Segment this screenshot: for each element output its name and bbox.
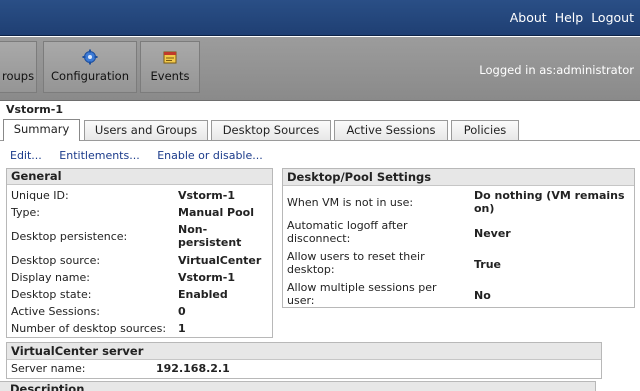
general-panel: General Unique ID: Vstorm-1 Type: Manual…	[6, 168, 273, 338]
top-header-bar: About Help Logout	[0, 0, 640, 36]
allow-reset-label-line2: desktop:	[287, 263, 335, 276]
multiple-sessions-value: No	[474, 289, 491, 302]
general-panel-title: General	[7, 169, 272, 185]
tab-active-sessions[interactable]: Active Sessions	[334, 120, 448, 140]
unique-id-label: Unique ID:	[11, 189, 69, 202]
groups-button[interactable]: roups	[0, 41, 37, 93]
desktop-sources-count-label: Number of desktop sources:	[11, 322, 167, 335]
unique-id-value: Vstorm-1	[178, 189, 235, 202]
enable-disable-link[interactable]: Enable or disable...	[157, 149, 263, 162]
type-label: Type:	[11, 206, 40, 219]
logged-in-status: Logged in as:administrator	[479, 63, 634, 77]
logout-link[interactable]: Logout	[591, 10, 634, 25]
tab-underline	[0, 140, 640, 141]
display-name-label: Display name:	[11, 271, 90, 284]
main-toolbar: roups Configuration Events Logged in as:…	[0, 37, 640, 101]
server-name-label: Server name:	[11, 362, 86, 375]
description-title: Description	[0, 382, 595, 391]
desktop-source-value: VirtualCenter	[178, 254, 262, 267]
action-links: Edit... Entitlements... Enable or disabl…	[10, 149, 277, 162]
type-value: Manual Pool	[178, 206, 255, 219]
server-name-value: 192.168.2.1	[156, 362, 230, 375]
desktop-persistence-label: Desktop persistence:	[11, 230, 128, 243]
multiple-sessions-label-line1: Allow multiple sessions per	[287, 281, 437, 294]
about-link[interactable]: About	[510, 10, 547, 25]
desktop-state-label: Desktop state:	[11, 288, 92, 301]
edit-link[interactable]: Edit...	[10, 149, 42, 162]
display-name-value: Vstorm-1	[178, 271, 235, 284]
events-button[interactable]: Events	[140, 41, 200, 93]
pool-settings-title: Desktop/Pool Settings	[283, 169, 634, 186]
allow-reset-value: True	[474, 258, 502, 271]
auto-logoff-label-line2: disconnect:	[287, 232, 351, 245]
tab-bar: Summary Users and Groups Desktop Sources…	[0, 119, 640, 141]
auto-logoff-value: Never	[474, 227, 511, 240]
page-title: Vstorm-1	[6, 103, 63, 116]
multiple-sessions-label-line2: user:	[287, 294, 315, 307]
vm-not-in-use-label: When VM is not in use:	[287, 196, 414, 209]
tab-policies[interactable]: Policies	[451, 120, 519, 140]
active-sessions-label: Active Sessions:	[11, 305, 100, 318]
tab-users-and-groups[interactable]: Users and Groups	[84, 120, 208, 140]
vm-not-in-use-value-line2: on)	[474, 202, 495, 215]
entitlements-link[interactable]: Entitlements...	[59, 149, 139, 162]
desktop-source-label: Desktop source:	[11, 254, 101, 267]
desktop-state-value: Enabled	[178, 288, 228, 301]
vm-not-in-use-value-line1: Do nothing (VM remains	[474, 189, 625, 202]
desktop-persistence-value-line1: Non-	[178, 223, 208, 236]
vc-server-title: VirtualCenter server	[7, 343, 601, 360]
desktop-persistence-value-line2: persistent	[178, 236, 242, 249]
description-panel: Description	[0, 381, 596, 391]
help-link[interactable]: Help	[555, 10, 584, 25]
configuration-label: Configuration	[51, 69, 129, 83]
allow-reset-label-line1: Allow users to reset their	[287, 250, 425, 263]
groups-label: roups	[2, 69, 35, 83]
tab-desktop-sources[interactable]: Desktop Sources	[211, 120, 331, 140]
events-icon	[162, 49, 178, 65]
desktop-sources-count-value: 1	[178, 322, 186, 335]
tab-summary[interactable]: Summary	[3, 119, 80, 141]
active-sessions-value: 0	[178, 305, 186, 318]
auto-logoff-label-line1: Automatic logoff after	[287, 219, 408, 232]
vc-server-panel: VirtualCenter server Server name: 192.16…	[6, 342, 602, 379]
gear-icon	[82, 49, 98, 65]
pool-settings-panel: Desktop/Pool Settings When VM is not in …	[282, 168, 635, 308]
events-label: Events	[150, 69, 190, 83]
header-links: About Help Logout	[506, 10, 634, 25]
configuration-button[interactable]: Configuration	[43, 41, 137, 93]
